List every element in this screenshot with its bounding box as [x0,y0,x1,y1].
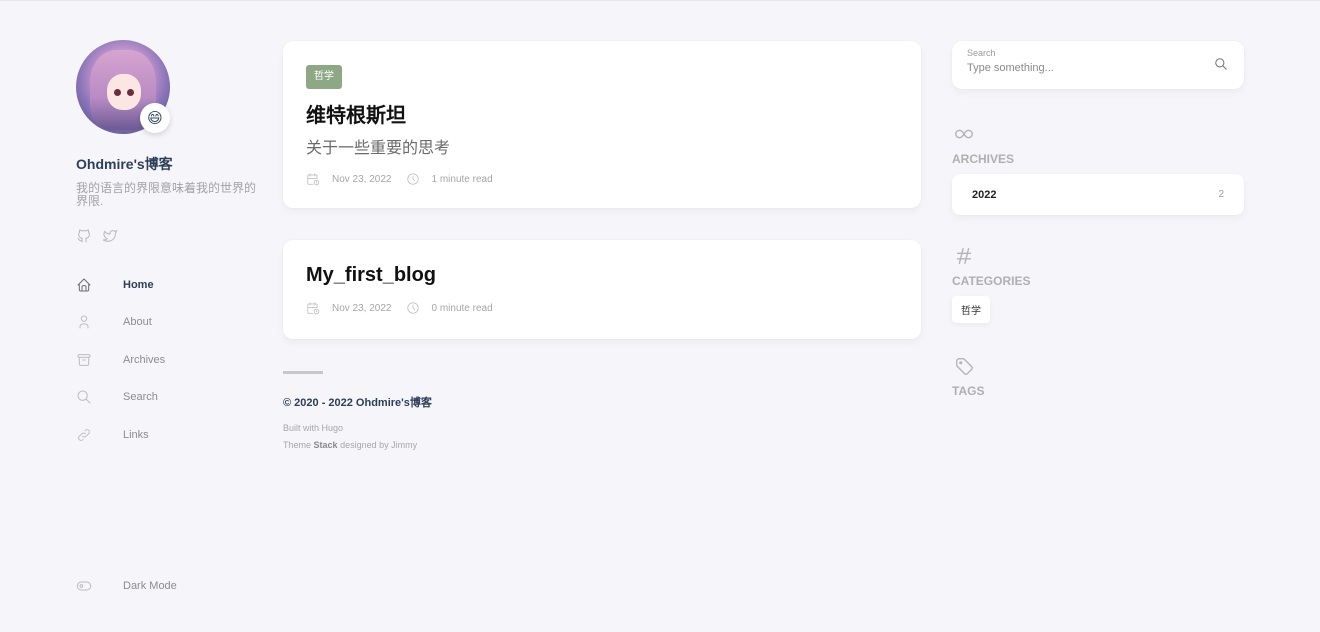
search-form: Search [952,41,1244,89]
dark-mode-label: Dark Mode [123,580,177,592]
archives-widget: ARCHIVES 2022 2 [952,123,1244,215]
dark-mode-toggle[interactable]: Dark Mode [76,578,177,594]
menu-item-label: About [123,316,152,329]
post-card[interactable]: My_first_blog Nov 23, 2022 0 minute read [283,240,921,339]
post-subtitle: 关于一些重要的思考 [306,140,451,157]
home-icon [76,277,92,293]
left-sidebar: 😄 Ohdmire's博客 我的语言的界限意味着我的世界的界限. Home Ab… [76,40,256,454]
search-button-icon[interactable] [1214,57,1228,71]
search-input[interactable] [967,62,1197,74]
theme-name-link[interactable]: Stack [314,440,338,450]
menu-item-links[interactable]: Links [76,416,256,454]
search-label: Search [967,48,996,58]
post-meta: Nov 23, 2022 0 minute read [306,301,898,315]
hash-icon [952,245,976,267]
built-with-link[interactable]: Built with Hugo [283,420,921,437]
post-date: Nov 23, 2022 [332,302,392,314]
categories-title: CATEGORIES [952,274,1031,288]
search-icon [76,389,92,405]
post-card[interactable]: 哲学 维特根斯坦 关于一些重要的思考 Nov 23, 2022 1 minute… [283,41,921,208]
post-read-time: 1 minute read [431,173,493,185]
category-item[interactable]: 哲学 [952,296,990,323]
github-icon[interactable] [76,228,92,244]
archive-count: 2 [1218,189,1224,200]
theme-prefix: Theme [283,440,312,450]
menu-item-label: Search [123,391,158,404]
menu-item-label: Links [123,428,149,441]
social-links [76,228,256,244]
post-date: Nov 23, 2022 [332,173,392,185]
clock-icon [406,172,420,186]
tag-icon [952,355,976,377]
post-read-time: 0 minute read [431,302,493,314]
categories-widget: CATEGORIES 哲学 [952,245,1244,323]
archive-year-item[interactable]: 2022 2 [952,174,1244,215]
main-menu: Home About Archives Search Links [76,266,256,454]
archives-title: ARCHIVES [952,152,1015,166]
menu-item-label: Archives [123,353,166,366]
main-content: 哲学 维特根斯坦 关于一些重要的思考 Nov 23, 2022 1 minute… [283,41,921,454]
archive-year: 2022 [972,188,997,201]
link-icon [76,427,92,443]
menu-item-about[interactable]: About [76,304,256,342]
footer-credits: Built with Hugo Theme Stack designed by … [283,420,921,454]
post-meta: Nov 23, 2022 1 minute read [306,172,898,186]
site-name[interactable]: Ohdmire's博客 [76,154,256,174]
theme-credit: Theme Stack designed by Jimmy [283,437,921,454]
footer-divider [283,371,323,374]
toggle-icon [76,578,92,594]
post-title[interactable]: 维特根斯坦 [306,99,898,128]
calendar-icon [306,301,320,315]
post-title[interactable]: My_first_blog [306,264,898,287]
theme-suffix: designed by Jimmy [340,440,418,450]
clock-icon [406,301,420,315]
tags-widget: TAGS [952,355,1244,398]
infinity-icon [952,123,976,145]
calendar-icon [306,172,320,186]
menu-item-search[interactable]: Search [76,379,256,417]
menu-item-home[interactable]: Home [76,266,256,304]
avatar-wrapper: 😄 [76,40,170,134]
archive-icon [76,352,92,368]
category-chip[interactable]: 哲学 [306,65,342,89]
menu-item-archives[interactable]: Archives [76,341,256,379]
footer-copyright: © 2020 - 2022 Ohdmire's博客 [283,397,432,409]
emoji-badge: 😄 [140,103,170,133]
site-footer: © 2020 - 2022 Ohdmire's博客 Built with Hug… [283,371,921,454]
site-description: 我的语言的界限意味着我的世界的界限. [76,181,257,208]
menu-item-label: Home [123,278,154,291]
right-sidebar: Search ARCHIVES 2022 2 CATEGORIES 哲学 TAG… [952,41,1244,398]
user-icon [76,314,92,330]
twitter-icon[interactable] [102,228,118,244]
tags-title: TAGS [952,384,985,398]
